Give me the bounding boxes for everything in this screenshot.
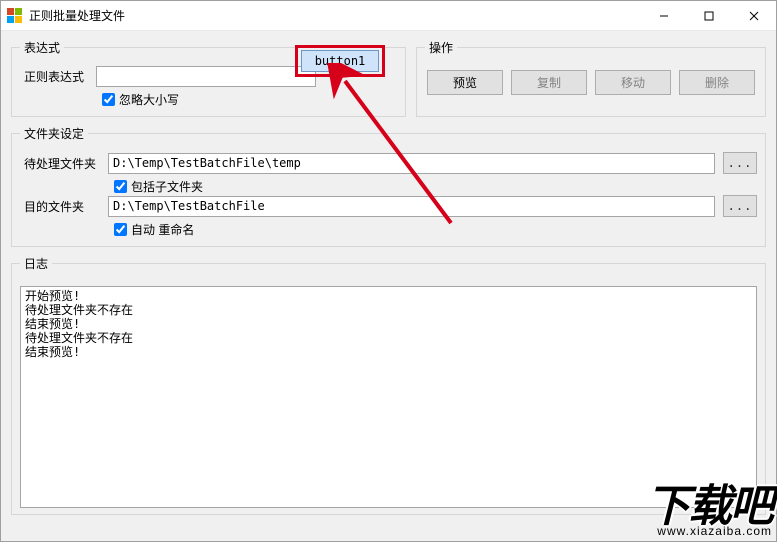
source-folder-label: 待处理文件夹: [20, 155, 108, 172]
auto-rename-label: 自动 重命名: [131, 221, 194, 238]
minimize-button[interactable]: [641, 1, 686, 30]
maximize-button[interactable]: [686, 1, 731, 30]
operations-group: 操作 预览 复制 移动 删除: [416, 39, 766, 117]
watermark: 下载吧 www.xiazaiba.com: [646, 485, 772, 537]
client-area: 表达式 正则表达式 忽略大小写 操作 预览 复制 移动 删除: [1, 31, 776, 529]
include-subfolder-checkbox[interactable]: [114, 180, 127, 193]
browse-source-button[interactable]: ...: [723, 152, 757, 174]
close-button[interactable]: [731, 1, 776, 30]
ignore-case-label: 忽略大小写: [119, 91, 179, 108]
titlebar: 正则批量处理文件: [1, 1, 776, 31]
app-window: 正则批量处理文件 表达式 正则表达式: [0, 0, 777, 542]
log-legend: 日志: [20, 255, 52, 272]
move-button[interactable]: 移动: [595, 70, 671, 95]
regex-input[interactable]: [96, 66, 316, 87]
target-folder-label: 目的文件夹: [20, 198, 108, 215]
folder-group: 文件夹设定 待处理文件夹 ... 包括子文件夹 目的文件夹 ... 自动 重命名: [11, 125, 766, 247]
regex-label: 正则表达式: [20, 68, 96, 85]
log-group: 日志 开始预览! 待处理文件夹不存在 结束预览! 待处理文件夹不存在 结束预览!: [11, 255, 766, 515]
include-subfolder-label: 包括子文件夹: [131, 178, 203, 195]
expression-legend: 表达式: [20, 39, 64, 56]
auto-rename-checkbox[interactable]: [114, 223, 127, 236]
log-textarea[interactable]: 开始预览! 待处理文件夹不存在 结束预览! 待处理文件夹不存在 结束预览!: [20, 286, 757, 508]
preview-button[interactable]: 预览: [427, 70, 503, 95]
app-icon: [7, 8, 23, 24]
browse-target-button[interactable]: ...: [723, 195, 757, 217]
source-folder-input[interactable]: [108, 153, 715, 174]
folder-legend: 文件夹设定: [20, 125, 88, 142]
target-folder-input[interactable]: [108, 196, 715, 217]
button1[interactable]: button1: [301, 50, 379, 72]
operations-legend: 操作: [425, 39, 457, 56]
watermark-text: 下载吧: [646, 485, 772, 529]
window-title: 正则批量处理文件: [29, 7, 641, 24]
copy-button[interactable]: 复制: [511, 70, 587, 95]
delete-button[interactable]: 删除: [679, 70, 755, 95]
window-controls: [641, 1, 776, 30]
watermark-url: www.xiazaiba.com: [646, 525, 772, 537]
ignore-case-checkbox[interactable]: [102, 93, 115, 106]
